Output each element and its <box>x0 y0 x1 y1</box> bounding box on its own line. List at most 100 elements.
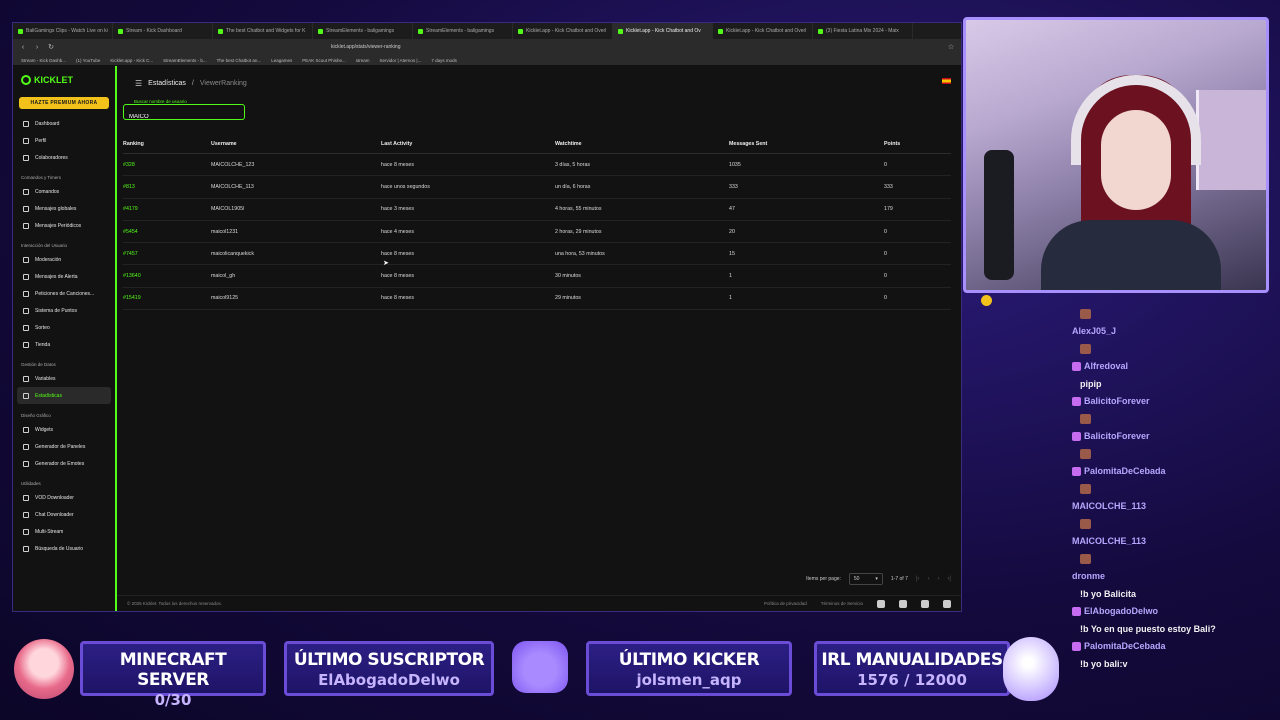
chat-username[interactable]: PalomitaDeCebada <box>1084 466 1166 476</box>
table-row[interactable]: #328 MAICOLCHE_123 hace 8 meses 3 días, 5 h… <box>123 154 951 177</box>
sidebar-item[interactable]: Mensajes Periódicos <box>13 217 115 234</box>
sidebar-item[interactable]: Chat Downloader <box>13 506 115 523</box>
x-icon[interactable] <box>921 599 929 608</box>
bookmark-item[interactable]: 7 days mods <box>431 58 457 63</box>
chat-emote-icon <box>1080 343 1091 354</box>
username-search[interactable]: Buscar nombre de usuario <box>123 99 245 124</box>
menu-toggle-icon[interactable]: ☰ <box>135 79 142 88</box>
items-per-page-select[interactable]: 50 ▾ <box>848 573 883 585</box>
table-row[interactable]: #7457 maicolicanquekick hace 8 meses una ho… <box>123 243 951 266</box>
table-cell[interactable]: #4179 <box>123 206 211 212</box>
column-header[interactable]: Points <box>884 141 951 147</box>
table-row[interactable]: #5454 maicol1231 hace 4 meses 2 horas, 29 m… <box>123 221 951 244</box>
chat-username[interactable]: BalicitoForever <box>1084 396 1150 406</box>
browser-tab[interactable]: The best Chatbot and Widgets for K <box>213 23 313 39</box>
column-header[interactable]: Username <box>211 141 381 147</box>
sidebar-item[interactable]: Comandos <box>13 183 115 200</box>
browser-tab[interactable]: Stream - Kick Dashboard <box>113 23 213 39</box>
chat-line <box>1072 445 1272 463</box>
bookmark-item[interactable]: stream <box>356 58 370 63</box>
share-icon[interactable] <box>943 599 951 608</box>
browser-tab[interactable]: Kicklet.app - Kick Chatbot and Ov <box>613 23 713 39</box>
sidebar-item[interactable]: Moderación <box>13 251 115 268</box>
bookmark-item[interactable]: PEAK Scout Phishe... <box>302 58 346 63</box>
table-cell[interactable]: #328 <box>123 162 211 168</box>
search-input[interactable] <box>124 110 244 124</box>
sidebar-item[interactable]: Mensajes de Alerta <box>13 268 115 285</box>
sidebar-item[interactable]: Dashboard <box>13 115 115 132</box>
chat-username[interactable]: PalomitaDeCebada <box>1084 641 1166 651</box>
chat-username[interactable]: AlexJ05_J <box>1072 326 1116 336</box>
browser-tab[interactable]: Kicklet.app - Kick Chatbot and Overl <box>713 23 813 39</box>
sidebar-item[interactable]: Peticiones de Canciones... <box>13 285 115 302</box>
bookmark-item[interactable]: Stream - Kick Dashb... <box>21 58 66 63</box>
table-cell[interactable]: #13640 <box>123 273 211 279</box>
bookmark-item[interactable]: (1) YouTube <box>76 58 100 63</box>
chat-username[interactable]: Alfredoval <box>1084 361 1128 371</box>
privacy-link[interactable]: Política de privacidad <box>764 601 807 606</box>
chat-line: !b Yo en que puesto estoy Bali? <box>1072 620 1272 638</box>
first-page-icon[interactable]: |‹ <box>916 576 920 582</box>
chat-username[interactable]: MAICOLCHE_113 <box>1072 536 1146 546</box>
table-row[interactable]: #13640 maicol_gh hace 8 meses 30 minutos 1 0 <box>123 265 951 288</box>
column-header[interactable]: Messages Sent <box>729 141 884 147</box>
browser-tab[interactable]: Kicklet.app - Kick Chatbot and Overl <box>513 23 613 39</box>
sidebar-item[interactable]: Sorteo <box>13 319 115 336</box>
browser-tab[interactable]: (3) Fiesta Latina Mix 2024 - Maix <box>813 23 913 39</box>
sidebar-item[interactable]: Mensajes globales <box>13 200 115 217</box>
table-cell[interactable]: #813 <box>123 184 211 190</box>
bookmark-item[interactable]: StreamElements - b... <box>163 58 207 63</box>
premium-button[interactable]: HAZTE PREMIUM AHORA <box>19 97 109 109</box>
sidebar-item-label: Mensajes de Alerta <box>35 273 78 280</box>
sidebar-item[interactable]: Variables <box>13 370 115 387</box>
sidebar-item[interactable]: Widgets <box>13 421 115 438</box>
back-icon[interactable]: ‹ <box>19 44 27 51</box>
table-cell[interactable]: #7457 <box>123 251 211 257</box>
tab-label: Kicklet.app - Kick Chatbot and Overl <box>726 28 807 34</box>
url-field[interactable]: kicklet.app/stats/viewer-ranking <box>331 44 941 50</box>
table-cell[interactable]: #5454 <box>123 229 211 235</box>
column-header[interactable]: Watchtime <box>555 141 729 147</box>
sidebar-item-icon <box>23 460 29 467</box>
sidebar-item[interactable]: Tienda <box>13 336 115 353</box>
browser-tab[interactable]: BaliGamings Clips - Watch Live on ki <box>13 23 113 39</box>
kick-icon[interactable] <box>899 599 907 608</box>
sidebar-item[interactable]: Colaboradores <box>13 149 115 166</box>
table-cell[interactable]: #15419 <box>123 295 211 301</box>
sidebar-item[interactable]: Sistema de Puntos <box>13 302 115 319</box>
sidebar-item[interactable]: Estadísticas <box>17 387 111 404</box>
table-cell: 0 <box>884 228 887 235</box>
chat-username[interactable]: dronme <box>1072 571 1105 581</box>
table-row[interactable]: #813 MAICOLCHE_113 hace unos segundos un dí… <box>123 176 951 199</box>
discord-icon[interactable] <box>877 599 885 608</box>
column-header[interactable]: Last Activity <box>381 141 555 147</box>
sidebar-item[interactable]: VOD Downloader <box>13 489 115 506</box>
table-row[interactable]: #15419 maicol9125 hace 8 meses 29 minutos 1 0 <box>123 288 951 311</box>
prev-page-icon[interactable]: ‹ <box>927 576 929 582</box>
sidebar-item[interactable]: Multi-Stream <box>13 523 115 540</box>
kicklet-logo[interactable]: KICKLET <box>13 72 115 88</box>
bookmark-item[interactable]: Leagames <box>271 58 292 63</box>
last-page-icon[interactable]: ›| <box>947 576 951 582</box>
browser-tab[interactable]: StreamElements - baligamings <box>413 23 513 39</box>
language-flag-icon[interactable] <box>942 78 951 84</box>
bookmark-item[interactable]: Servidor | Aternos |... <box>380 58 422 63</box>
sidebar-item[interactable]: Generador de Paneles <box>13 438 115 455</box>
chat-username[interactable]: MAICOLCHE_113 <box>1072 501 1146 511</box>
browser-tab[interactable]: StreamElements - baligamings <box>313 23 413 39</box>
next-page-icon[interactable]: › <box>937 576 939 582</box>
chat-username[interactable]: BalicitoForever <box>1084 431 1150 441</box>
reload-icon[interactable]: ↻ <box>47 43 55 51</box>
sidebar-item[interactable]: Perfil <box>13 132 115 149</box>
sidebar-item[interactable]: Búsqueda de Usuario <box>13 540 115 557</box>
table-row[interactable]: #4179 MAICOL1905l hace 3 meses 4 horas, 55 … <box>123 199 951 221</box>
bookmark-item[interactable]: Kicklet.app - Kick C... <box>110 58 153 63</box>
bookmark-star-icon[interactable]: ☆ <box>947 43 955 51</box>
bookmark-item[interactable]: The best Chatbot an... <box>217 58 262 63</box>
breadcrumb-root[interactable]: Estadísticas <box>148 80 186 87</box>
chat-username[interactable]: ElAbogadoDelwo <box>1084 606 1158 616</box>
forward-icon[interactable]: › <box>33 44 41 51</box>
sidebar-item[interactable]: Generador de Emotes <box>13 455 115 472</box>
column-header[interactable]: Ranking <box>123 141 211 147</box>
terms-link[interactable]: Términos de Servicio <box>821 601 863 606</box>
